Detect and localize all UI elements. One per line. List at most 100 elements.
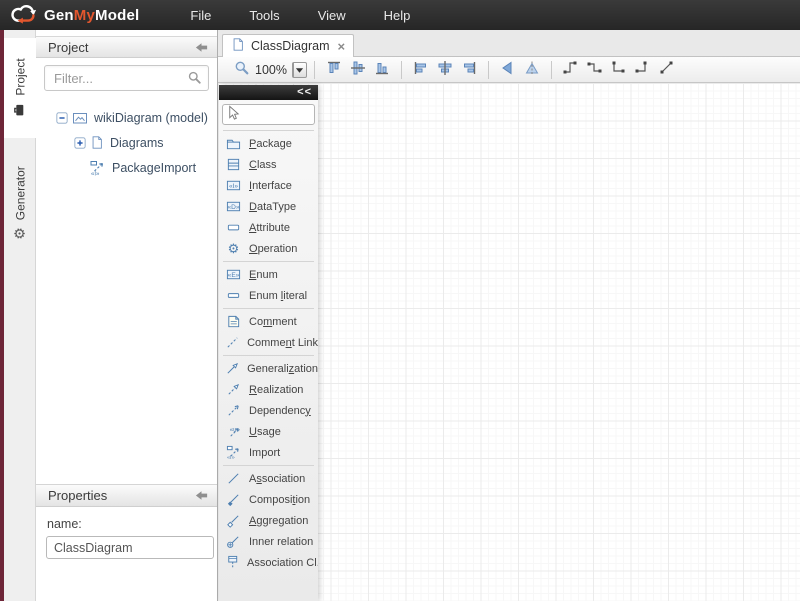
tab-close-icon[interactable]: × xyxy=(338,40,346,53)
palette-item-label: Enum literal xyxy=(249,290,307,302)
palette-item-package[interactable]: Package xyxy=(219,133,318,154)
tree-node-wikidiagram-model-[interactable]: wikiDiagram (model) xyxy=(40,105,213,130)
palette-item-comment[interactable]: Comment xyxy=(219,311,318,332)
cloud-logo-icon xyxy=(8,2,40,29)
flip-horizontal-button[interactable] xyxy=(520,59,544,81)
palette-item-label: Dependency xyxy=(249,405,311,417)
palette-item-datatype[interactable]: «D»DataType xyxy=(219,196,318,217)
svg-text:«I»: «I» xyxy=(227,455,235,460)
palette-item-inner-relation[interactable]: Inner relation xyxy=(219,531,318,552)
menu-tools[interactable]: Tools xyxy=(235,2,293,29)
flip-left-button[interactable] xyxy=(496,59,520,81)
align-left-icon xyxy=(412,59,430,80)
sidebar-tab-generator[interactable]: ⚙Generator xyxy=(4,148,36,258)
association-icon xyxy=(225,471,242,486)
palette-item-association-cl[interactable]: Association Cl... xyxy=(219,552,318,573)
connector-diagonal-button[interactable] xyxy=(655,59,679,81)
diagram-file-icon xyxy=(90,135,104,150)
palette-item-comment-link[interactable]: Comment Link xyxy=(219,332,318,353)
zoom-control[interactable]: 100% xyxy=(234,60,307,79)
palette-item-class[interactable]: Class xyxy=(219,154,318,175)
palette-item-operation[interactable]: ⚙Operation xyxy=(219,238,318,259)
menu-help[interactable]: Help xyxy=(370,2,425,29)
model-icon xyxy=(72,110,88,126)
palette-item-realization[interactable]: Realization xyxy=(219,379,318,400)
palette-item-dependency[interactable]: Dependency xyxy=(219,400,318,421)
toolbar-separator xyxy=(401,61,402,79)
menu-view[interactable]: View xyxy=(304,2,360,29)
palette-item-interface[interactable]: «I» Interface xyxy=(219,175,318,196)
align-left-button[interactable] xyxy=(409,59,433,81)
connector-step-button[interactable] xyxy=(559,59,583,81)
sidebar-tab-label: Project xyxy=(13,58,27,95)
connector-corner-br-button[interactable] xyxy=(631,59,655,81)
align-right-button[interactable] xyxy=(457,59,481,81)
diagram-canvas[interactable]: << Package Class «I» Interface «D»DataTypeAt… xyxy=(218,83,800,601)
palette-item-usage[interactable]: «u»Usage xyxy=(219,421,318,442)
gear-icon: ⚙ xyxy=(13,227,28,240)
sidebar-tab-project[interactable]: Project xyxy=(4,38,36,138)
collapse-node-icon[interactable] xyxy=(56,112,68,124)
palette-item-label: Operation xyxy=(249,243,297,255)
selection-tool-button[interactable] xyxy=(222,104,315,125)
palette-item-aggregation[interactable]: Aggregation xyxy=(219,510,318,531)
palette-item-label: Aggregation xyxy=(249,515,308,527)
properties-collapse-button[interactable] xyxy=(193,488,209,504)
datatype-icon: «D» xyxy=(225,199,242,214)
palette-items: Package Class «I» Interface «D»DataTypeAttri… xyxy=(219,128,318,601)
palette-item-association[interactable]: Association xyxy=(219,468,318,489)
palette-collapse-button[interactable]: << xyxy=(297,87,312,98)
palette-item-attribute[interactable]: Attribute xyxy=(219,217,318,238)
name-field[interactable] xyxy=(46,536,214,559)
palette-separator xyxy=(223,355,314,356)
tab-classdiagram[interactable]: ClassDiagram × xyxy=(222,34,354,57)
align-middle-button[interactable] xyxy=(346,59,370,81)
filter-wrap xyxy=(44,65,209,91)
palette-item-import[interactable]: «I»Import xyxy=(219,442,318,463)
connector-diagonal-icon xyxy=(658,59,676,80)
palette-item-enum[interactable]: «E»Enum xyxy=(219,264,318,285)
tree-node-label: PackageImport xyxy=(112,161,196,175)
palette-item-label: Class xyxy=(249,159,277,171)
align-bottom-icon xyxy=(373,59,391,80)
zoom-level-value: 100% xyxy=(255,63,287,77)
palette-item-generalization[interactable]: Generalization xyxy=(219,358,318,379)
project-collapse-button[interactable] xyxy=(193,39,209,55)
tree-node-packageimport[interactable]: «I»PackageImport xyxy=(40,155,213,180)
filter-input[interactable] xyxy=(44,65,209,91)
menu-row: File Tools View Help xyxy=(171,2,429,29)
association-class-icon xyxy=(225,555,240,570)
connector-zigzag-icon xyxy=(586,59,604,80)
enum-icon: «E» xyxy=(225,267,242,282)
main-area: ClassDiagram × 100% << Pack xyxy=(218,30,800,601)
zoom-dropdown-button[interactable] xyxy=(292,62,307,78)
palette-separator xyxy=(223,261,314,262)
palette-item-label: Association xyxy=(249,473,305,485)
menu-file[interactable]: File xyxy=(176,2,225,29)
align-bottom-button[interactable] xyxy=(370,59,394,81)
diagram-toolbar: 100% xyxy=(218,57,800,83)
left-panel: Project wikiDiagram (model)Diagrams«I»Pa… xyxy=(36,30,218,601)
align-top-icon xyxy=(325,59,343,80)
palette-item-enum-literal[interactable]: Enum literal xyxy=(219,285,318,306)
cursor-icon xyxy=(226,105,241,124)
palette-item-composition[interactable]: Composition xyxy=(219,489,318,510)
search-icon xyxy=(187,70,202,88)
expand-node-icon[interactable] xyxy=(74,137,86,149)
tree-node-diagrams[interactable]: Diagrams xyxy=(40,130,213,155)
flip-left-icon xyxy=(499,59,517,80)
connector-zigzag-button[interactable] xyxy=(583,59,607,81)
align-top-button[interactable] xyxy=(322,59,346,81)
connector-corner-bl-button[interactable] xyxy=(607,59,631,81)
briefcase-icon xyxy=(12,103,29,118)
comment-link-icon xyxy=(225,335,240,350)
align-center-button[interactable] xyxy=(433,59,457,81)
interface-icon: «I» xyxy=(225,178,242,193)
palette-item-label: Usage xyxy=(249,426,281,438)
sidebar-tab-strip: Project ⚙Generator xyxy=(4,30,36,601)
model-tree: wikiDiagram (model)Diagrams«I»PackageImp… xyxy=(36,95,217,484)
dependency-icon xyxy=(225,403,242,418)
connector-corner-br-icon xyxy=(634,59,652,80)
genmymodel-logo[interactable]: GenMyModel xyxy=(8,2,139,29)
palette-item-label: Interface xyxy=(249,180,292,192)
